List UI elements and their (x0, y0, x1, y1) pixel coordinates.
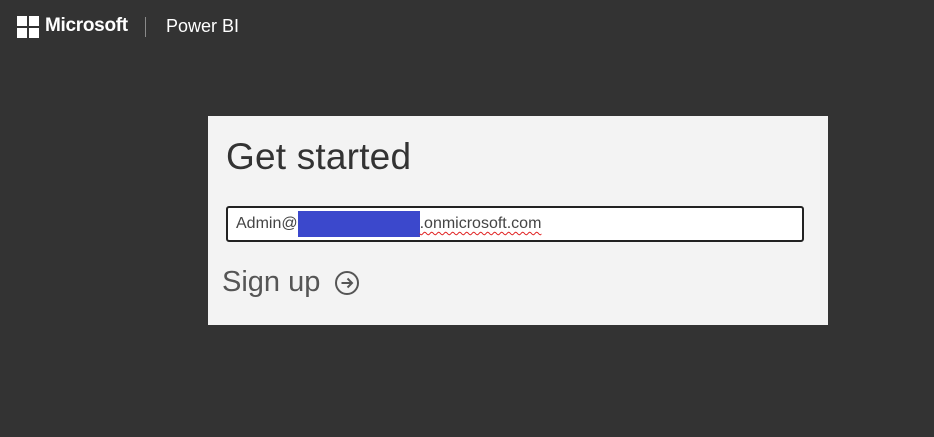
product-name: Power BI (166, 16, 240, 36)
brand-name: Microsoft (45, 15, 128, 36)
email-suffix: .onmicrosoft.com (419, 215, 542, 232)
email-prefix: Admin@ (236, 215, 298, 232)
sign-up-label: Sign up (222, 266, 321, 298)
microsoft-logo-icon (17, 16, 39, 38)
page-title: Get started (226, 136, 412, 177)
arrow-right-circle-icon[interactable] (334, 270, 360, 296)
header-divider (145, 17, 146, 37)
get-started-card: Get started Admin@ .onmicrosoft.com Sign… (208, 116, 828, 325)
sign-up-button[interactable]: Sign up (222, 266, 360, 299)
email-field[interactable]: Admin@ .onmicrosoft.com (226, 206, 804, 242)
top-bar: Microsoft Power BI (0, 0, 934, 54)
redacted-block (297, 211, 420, 237)
